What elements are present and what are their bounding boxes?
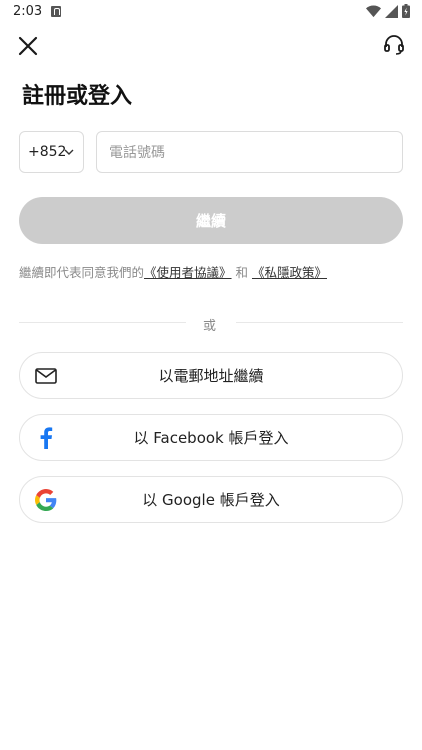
close-button[interactable]	[16, 34, 40, 58]
continue-button[interactable]: 繼續	[19, 197, 403, 244]
continue-with-email-button[interactable]: 以電郵地址繼續	[19, 352, 403, 399]
facebook-login-button[interactable]: 以 Facebook 帳戶登入	[19, 414, 403, 461]
notification-icon	[51, 6, 61, 17]
continue-button-label: 繼續	[195, 212, 226, 230]
terms-joiner: 和	[231, 265, 252, 280]
privacy-policy-link[interactable]: 《私隱政策》	[252, 265, 327, 280]
page-title: 註冊或登入	[22, 84, 133, 109]
google-login-button[interactable]: 以 Google 帳戶登入	[19, 476, 403, 523]
phone-number-placeholder: 電話號碼	[109, 145, 165, 161]
email-button-label: 以電郵地址繼續	[158, 367, 264, 385]
headset-icon	[384, 35, 404, 55]
google-icon	[34, 488, 58, 512]
country-code-value: +852	[28, 144, 67, 160]
status-time: 2:03	[13, 4, 43, 19]
phone-number-input[interactable]: 電話號碼	[96, 131, 403, 173]
terms-notice: 繼續即代表同意我們的《使用者協議》 和 《私隱政策》	[19, 262, 327, 281]
terms-prefix: 繼續即代表同意我們的	[19, 265, 145, 280]
divider-right	[236, 322, 403, 323]
customer-support-button[interactable]	[382, 33, 406, 57]
mail-icon	[34, 364, 58, 388]
google-button-label: 以 Google 帳戶登入	[142, 491, 280, 509]
user-agreement-link[interactable]: 《使用者協議》	[144, 265, 232, 280]
facebook-icon	[34, 426, 58, 450]
status-icons	[366, 4, 410, 18]
status-bar: 2:03	[0, 0, 422, 24]
country-code-select[interactable]: +852	[19, 131, 84, 173]
wifi-icon	[366, 5, 381, 17]
battery-icon	[402, 4, 410, 18]
facebook-button-label: 以 Facebook 帳戶登入	[133, 429, 289, 447]
chevron-down-icon	[64, 149, 74, 155]
close-icon	[18, 36, 38, 56]
login-screen: 2:03 註冊或登入 +852 電話號碼 繼續 繼續即代表同意我們的《使用者協議…	[0, 0, 422, 750]
signal-icon	[385, 4, 398, 18]
divider-or-text: 或	[203, 319, 217, 334]
divider-left	[19, 322, 186, 323]
